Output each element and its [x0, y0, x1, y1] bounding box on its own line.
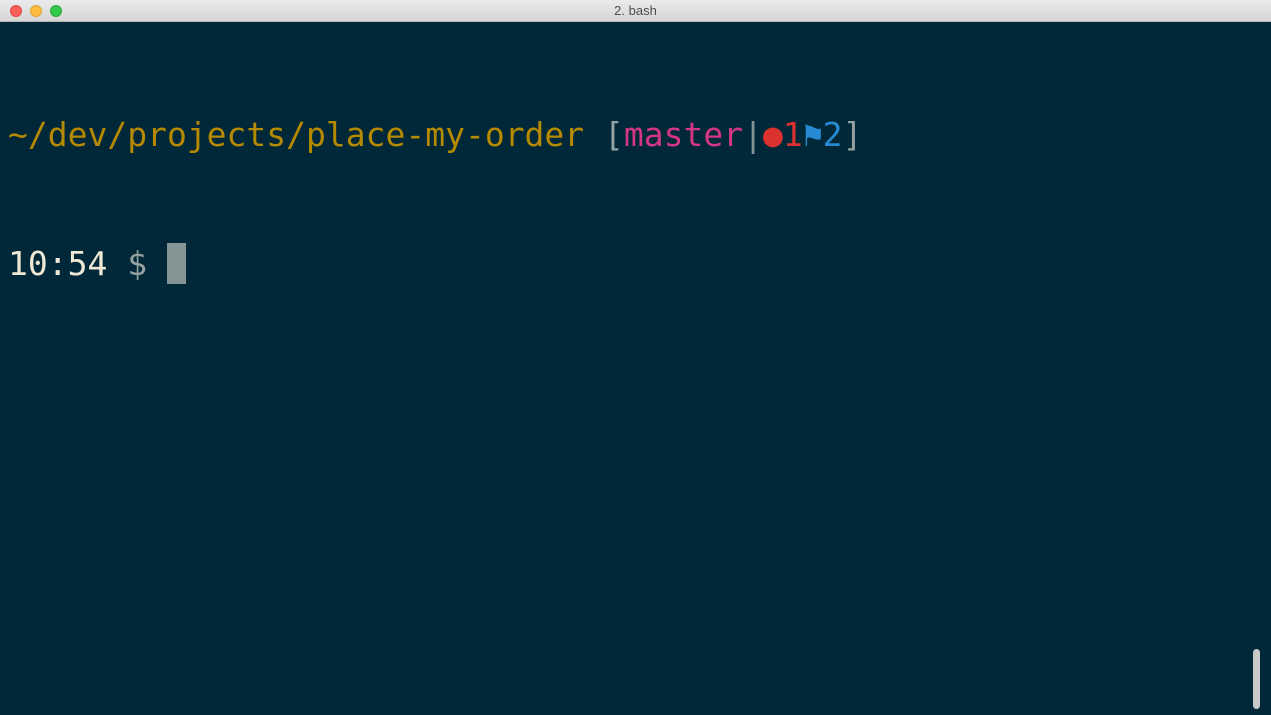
prompt-input-line[interactable]: 10:54 $	[8, 242, 1250, 285]
working-directory: ~/dev/projects/place-my-order	[8, 115, 585, 154]
text-cursor[interactable]	[166, 243, 186, 284]
git-changed-count: ●1	[763, 115, 803, 154]
window-title: 2. bash	[614, 3, 657, 18]
title-bar[interactable]: 2. bash	[0, 0, 1271, 22]
terminal-window: 2. bash ~/dev/projects/place-my-order [m…	[0, 0, 1271, 715]
git-status-open-bracket: [	[604, 115, 624, 154]
git-status-close-bracket: ]	[842, 115, 863, 154]
vertical-scrollbar[interactable]	[1250, 22, 1271, 715]
git-status-separator: |	[743, 115, 764, 154]
scrollbar-thumb[interactable]	[1253, 649, 1260, 709]
terminal-content[interactable]: ~/dev/projects/place-my-order [master | ●1…	[0, 22, 1250, 715]
git-branch-name: master	[623, 115, 744, 154]
git-flag-count: ⚑2	[802, 115, 843, 154]
prompt-path-line: ~/dev/projects/place-my-order [master | ●1…	[8, 113, 1250, 156]
prompt-symbol: $	[127, 244, 148, 283]
prompt-time: 10:54	[8, 244, 108, 283]
